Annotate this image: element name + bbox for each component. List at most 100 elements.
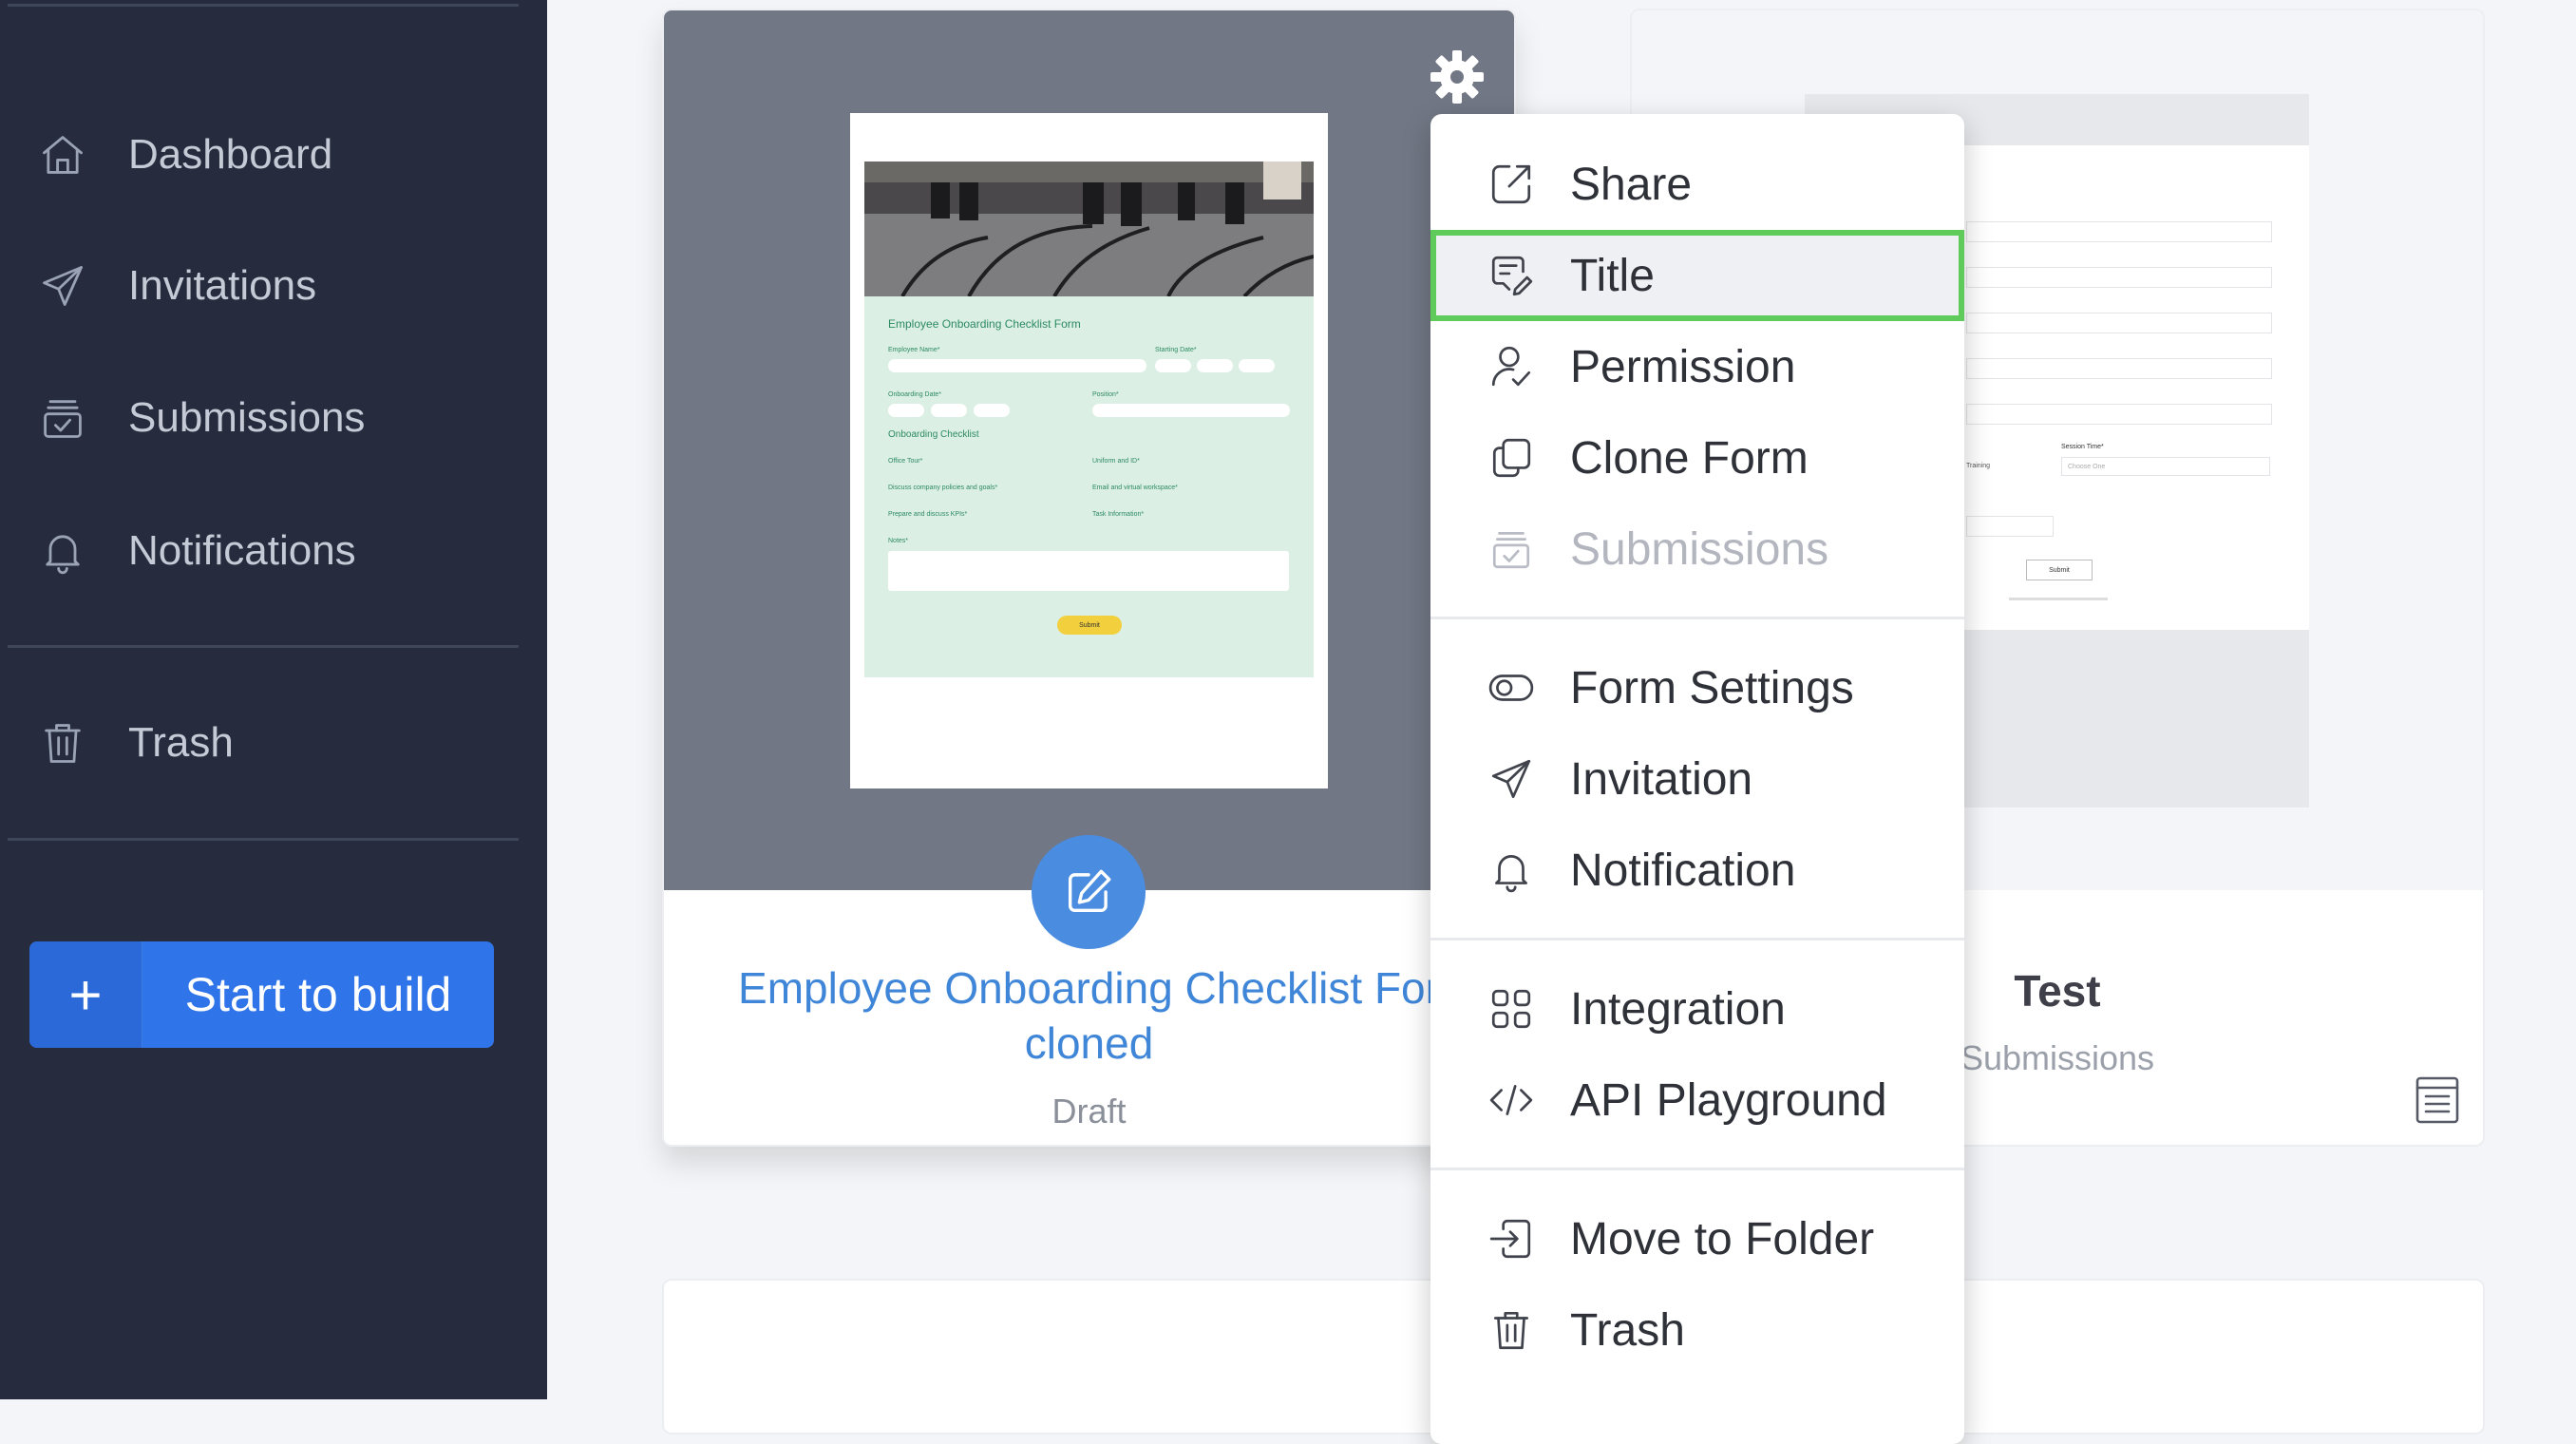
home-icon: [43, 136, 83, 174]
form-thumbnail: Employee Onboarding Checklist Form Emplo…: [850, 113, 1328, 788]
menu-item-form-settings[interactable]: Form Settings: [1430, 642, 1964, 733]
inbox-check-icon: [1492, 531, 1530, 569]
preview-input: [1239, 359, 1275, 372]
preview-section: Onboarding Checklist: [888, 429, 979, 440]
preview-label: Onboarding Date*: [888, 391, 942, 398]
sidebar-divider: [8, 645, 519, 648]
trash-icon: [1493, 1311, 1529, 1350]
sidebar-item-dashboard[interactable]: Dashboard: [38, 112, 513, 198]
preview-form-title: Employee Onboarding Checklist Form: [888, 317, 1081, 331]
menu-divider: [1430, 617, 1964, 619]
menu-item-label: Clone Form: [1570, 432, 1809, 484]
sidebar-item-invitations[interactable]: Invitations: [38, 243, 513, 329]
menu-item-label: Move to Folder: [1570, 1213, 1875, 1264]
start-to-build-button[interactable]: + Start to build: [29, 941, 494, 1048]
preview-input: [1966, 313, 2272, 333]
trash-icon: [45, 724, 81, 763]
card-status: Draft: [1051, 1092, 1127, 1130]
form-card-employee-onboarding[interactable]: Employee Onboarding Checklist Form Emplo…: [662, 9, 1516, 1147]
sidebar-item-trash[interactable]: Trash: [38, 700, 513, 786]
preview-label: Position*: [1092, 391, 1119, 398]
code-icon: [1489, 1085, 1533, 1115]
menu-item-label: Submissions: [1570, 523, 1829, 575]
menu-item-integration[interactable]: Integration: [1430, 963, 1964, 1054]
start-to-build-label: Start to build: [184, 968, 452, 1021]
preview-input: [1966, 404, 2272, 425]
menu-divider: [1430, 938, 1964, 940]
preview-input: [931, 404, 967, 417]
sidebar-divider: [8, 4, 519, 7]
menu-item-label: Permission: [1570, 341, 1796, 392]
move-folder-icon: [1489, 1219, 1531, 1259]
menu-item-label: Form Settings: [1570, 662, 1854, 713]
menu-item-trash[interactable]: Trash: [1430, 1284, 1964, 1376]
preview-input: [1092, 404, 1290, 417]
share-icon: [1491, 164, 1531, 204]
preview-input: [888, 404, 924, 417]
sidebar-item-notifications[interactable]: Notifications: [38, 508, 513, 594]
preview-input: [1155, 359, 1191, 372]
preview-input: [1966, 267, 2272, 288]
sidebar-divider: [8, 838, 519, 841]
preview-input: [1966, 358, 2272, 379]
preview-task: Office Tour*: [888, 458, 923, 465]
menu-item-permission[interactable]: Permission: [1430, 321, 1964, 412]
preview-label: Employee Name*: [888, 347, 940, 353]
menu-item-title[interactable]: Title: [1430, 230, 1964, 321]
edit-form-button[interactable]: [1032, 835, 1146, 949]
form-context-menu: Share Title Permission Clone Form Submis…: [1430, 114, 1964, 1444]
title-edit-icon: [1491, 256, 1533, 296]
sidebar-item-label: Submissions: [128, 394, 366, 441]
sidebar-item-label: Notifications: [128, 527, 356, 574]
preview-select: Choose One: [2061, 457, 2270, 476]
preview-label: Notes*: [888, 538, 909, 544]
sidebar: Dashboard Invitations Submissions Notifi…: [0, 0, 547, 1399]
preview-input: [974, 404, 1010, 417]
edit-icon: [1068, 869, 1111, 913]
bell-icon: [46, 535, 80, 575]
preview-input: [1197, 359, 1233, 372]
menu-item-api-playground[interactable]: API Playground: [1430, 1054, 1964, 1146]
clone-icon: [1492, 438, 1531, 478]
grid-icon: [1491, 989, 1531, 1029]
card-preview-area: Employee Onboarding Checklist Form Emplo…: [664, 10, 1514, 890]
preview-task: Prepare and discuss KPIs*: [888, 511, 968, 518]
menu-item-label: Notification: [1570, 845, 1796, 896]
preview-footer: [2009, 598, 2108, 600]
user-check-icon: [1491, 346, 1531, 387]
menu-item-label: Trash: [1570, 1304, 1685, 1356]
preview-textarea: [888, 551, 1289, 591]
menu-item-label: API Playground: [1570, 1074, 1887, 1126]
preview-task: Discuss company policies and goals*: [888, 484, 998, 491]
preview-input: [888, 359, 1146, 372]
preview-submit: Submit: [1057, 616, 1122, 635]
sidebar-item-submissions[interactable]: Submissions: [38, 375, 513, 461]
preview-task: Task Information*: [1092, 511, 1145, 518]
preview-submit: Submit: [2026, 560, 2093, 580]
preview-label: Session Time*: [2061, 444, 2104, 450]
toggle-icon: [1488, 674, 1534, 701]
card-title[interactable]: Employee Onboarding Checklist For cloned: [664, 960, 1514, 1071]
menu-item-label: Title: [1570, 250, 1655, 301]
preview-task: Uniform and ID*: [1092, 458, 1140, 465]
preview-input: [1966, 516, 2054, 537]
preview-label: Training: [1966, 463, 1991, 469]
card-title-line: cloned: [1024, 1018, 1154, 1068]
preview-label: Starting Date*: [1155, 347, 1197, 353]
menu-item-submissions[interactable]: Submissions: [1430, 504, 1964, 595]
inbox-check-icon: [44, 400, 82, 438]
menu-item-label: Invitation: [1570, 753, 1753, 805]
bell-icon: [1495, 855, 1527, 893]
form-thumbnail: [837, 1364, 1341, 1433]
gear-icon[interactable]: [1427, 47, 1487, 107]
menu-item-label: Integration: [1570, 983, 1786, 1035]
form-body-preview: Employee Onboarding Checklist Form Emplo…: [864, 296, 1314, 677]
sidebar-item-label: Invitations: [128, 262, 317, 309]
plus-icon: +: [29, 941, 142, 1048]
menu-item-share[interactable]: Share: [1430, 139, 1964, 230]
menu-item-invitation[interactable]: Invitation: [1430, 733, 1964, 825]
menu-item-notification[interactable]: Notification: [1430, 825, 1964, 916]
menu-item-clone-form[interactable]: Clone Form: [1430, 412, 1964, 504]
menu-item-move-to-folder[interactable]: Move to Folder: [1430, 1193, 1964, 1284]
document-icon[interactable]: [2415, 1075, 2460, 1125]
